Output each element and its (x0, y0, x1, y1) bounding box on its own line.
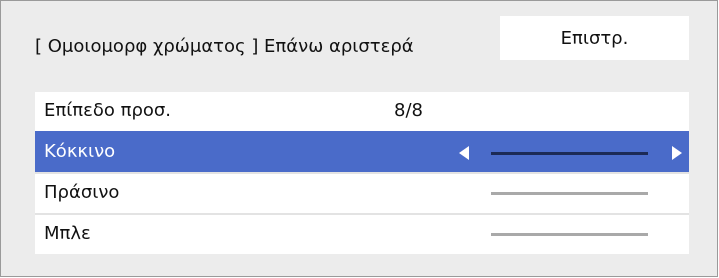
list-item-blue[interactable]: Μπλε (35, 213, 689, 254)
list-item-green[interactable]: Πράσινο (35, 172, 689, 213)
list-item-level[interactable]: Επίπεδο προσ. 8/8 (35, 92, 689, 131)
triangle-right-icon[interactable] (672, 146, 682, 160)
red-slider[interactable] (491, 152, 648, 155)
list-item-red[interactable]: Κόκκινο (35, 131, 689, 172)
triangle-left-icon[interactable] (459, 146, 469, 160)
red-label: Κόκκινο (44, 141, 116, 162)
settings-list: Επίπεδο προσ. 8/8 Κόκκινο Πράσινο Μπλε (35, 92, 689, 254)
blue-slider[interactable] (491, 233, 648, 236)
back-button[interactable]: Επιστρ. (500, 16, 689, 60)
page-title: [ Ομοιομορφ χρώματος ] Επάνω αριστερά (35, 36, 414, 57)
level-value: 8/8 (394, 100, 423, 121)
level-label: Επίπεδο προσ. (44, 100, 172, 121)
green-slider[interactable] (491, 192, 648, 195)
adjustment-panel: [ Ομοιομορφ χρώματος ] Επάνω αριστερά Επ… (0, 0, 718, 277)
green-label: Πράσινο (44, 182, 120, 203)
blue-label: Μπλε (44, 223, 91, 244)
